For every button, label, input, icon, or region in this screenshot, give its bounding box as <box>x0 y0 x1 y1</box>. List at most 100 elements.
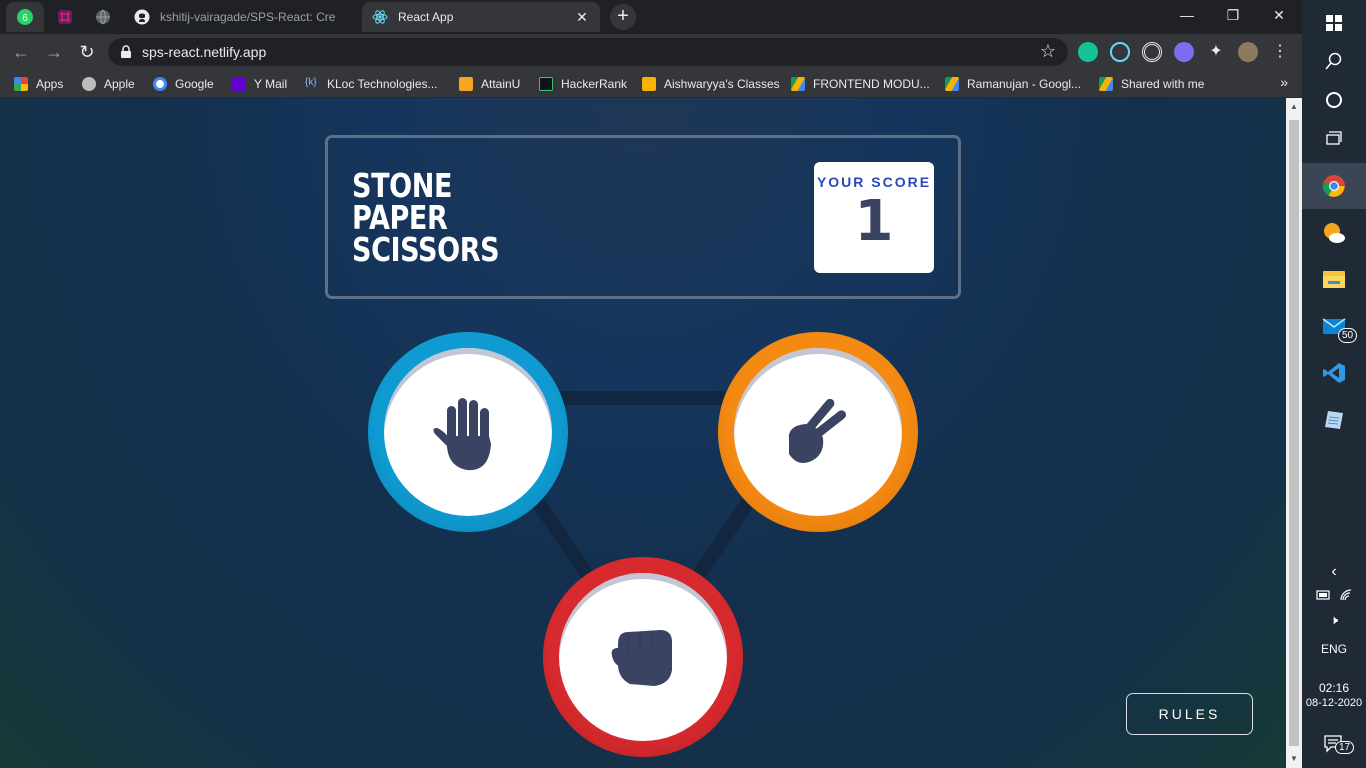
weather-icon <box>1324 223 1345 243</box>
rules-button[interactable]: RULES <box>1126 693 1253 735</box>
google-drive-icon <box>1099 77 1113 91</box>
taskbar-weather[interactable] <box>1302 210 1366 256</box>
battery-wifi-icon <box>1316 589 1352 601</box>
bookmark-apple[interactable]: Apple <box>82 75 135 93</box>
paper-token-face <box>384 348 552 516</box>
task-view-button[interactable] <box>1302 116 1366 162</box>
google-drive-icon <box>945 77 959 91</box>
bookmark-label: Y Mail <box>254 77 288 91</box>
bookmark-frontend[interactable]: FRONTEND MODU... <box>791 75 930 93</box>
profile-avatar[interactable] <box>1238 42 1258 62</box>
react-devtools-icon[interactable] <box>1110 42 1130 62</box>
new-tab-button[interactable]: + <box>610 4 636 30</box>
bookmark-label: Aishwaryya's Classes <box>664 77 780 91</box>
tab-slack[interactable] <box>46 2 84 32</box>
system-tray-status[interactable] <box>1302 574 1366 616</box>
bookmark-label: Apple <box>104 77 135 91</box>
forward-button[interactable]: → <box>42 40 66 64</box>
close-tab-icon[interactable]: ✕ <box>574 9 590 26</box>
bookmark-classes[interactable]: Aishwaryya's Classes <box>642 75 780 93</box>
globe-icon <box>96 9 110 25</box>
language-indicator[interactable]: ENG <box>1302 642 1366 656</box>
tab-react-app[interactable]: React App ✕ <box>362 2 600 32</box>
menu-kebab-icon[interactable]: ⋮ <box>1270 42 1290 62</box>
tab-title: kshitij-vairagade/SPS-React: Cre <box>160 10 336 24</box>
chrome-icon <box>1322 175 1345 197</box>
scroll-up-icon[interactable]: ▲ <box>1286 102 1302 111</box>
bookmark-label: Google <box>175 77 214 91</box>
clock-date[interactable]: 08-12-2020 <box>1302 697 1366 709</box>
google-drive-icon <box>791 77 805 91</box>
windows-taskbar: 50 ‹ 🕨 ENG 02:16 08-12-2020 17 <box>1302 0 1366 768</box>
extension-check-icon[interactable] <box>1174 42 1194 62</box>
tab-whatsapp[interactable]: 6 <box>6 2 44 32</box>
minimize-button[interactable]: — <box>1164 0 1210 30</box>
bookmarks-bar: Apps Apple Google Y Mail {k} KLoc Techno… <box>0 70 1302 98</box>
lock-icon <box>121 45 131 58</box>
apps-grid-icon <box>14 77 28 91</box>
svg-text:6: 6 <box>22 13 28 24</box>
bookmark-star-icon[interactable]: ☆ <box>1040 41 1056 62</box>
taskbar-chrome[interactable] <box>1302 163 1366 209</box>
scissors-token[interactable] <box>718 332 918 532</box>
folder-icon <box>1323 271 1345 288</box>
bookmark-shared[interactable]: Shared with me <box>1099 75 1204 93</box>
search-icon <box>1325 52 1342 70</box>
windows-logo-icon <box>1326 15 1342 31</box>
clock-time[interactable]: 02:16 <box>1302 681 1366 695</box>
extension-target-icon[interactable] <box>1142 42 1162 62</box>
bookmark-label: FRONTEND MODU... <box>813 77 930 91</box>
cortana-icon <box>1326 92 1342 108</box>
tab-github[interactable]: kshitij-vairagade/SPS-React: Cre <box>124 2 360 32</box>
back-button[interactable]: ← <box>9 40 33 64</box>
reload-button[interactable]: ↻ <box>75 40 99 64</box>
notepad-icon <box>1325 411 1343 429</box>
github-icon <box>134 9 150 25</box>
bookmark-google[interactable]: Google <box>153 75 214 93</box>
restore-button[interactable]: ❐ <box>1210 0 1256 30</box>
whatsapp-icon: 6 <box>17 9 33 25</box>
notifications-badge: 17 <box>1335 741 1355 754</box>
action-center-button[interactable]: 17 <box>1302 724 1366 764</box>
stone-token[interactable] <box>543 557 743 757</box>
bookmark-hackerrank[interactable]: HackerRank <box>539 75 627 93</box>
close-window-button[interactable]: ✕ <box>1256 0 1302 30</box>
tab-globe[interactable] <box>84 2 122 32</box>
bookmark-label: HackerRank <box>561 77 628 91</box>
bookmark-label: KLoc Technologies... <box>327 77 438 91</box>
page-scrollbar[interactable]: ▲ ▼ <box>1286 98 1302 768</box>
taskbar-notepad[interactable] <box>1302 397 1366 443</box>
kloc-icon: {k} <box>305 77 317 88</box>
attainu-icon <box>459 77 473 91</box>
bookmark-ymail[interactable]: Y Mail <box>232 75 287 93</box>
bookmark-label: Ramanujan - Googl... <box>967 77 1082 91</box>
address-bar[interactable]: sps-react.netlify.app ☆ <box>108 38 1068 66</box>
task-view-icon <box>1326 131 1342 145</box>
bookmark-attainu[interactable]: AttainU <box>459 75 520 93</box>
classroom-icon <box>642 77 656 91</box>
more-bookmarks-button[interactable]: » <box>1280 74 1288 90</box>
google-icon <box>153 77 167 91</box>
hackerrank-icon <box>539 77 553 91</box>
bookmark-kloc[interactable]: {k} KLoc Technologies... <box>305 75 438 93</box>
url-text: sps-react.netlify.app <box>142 44 267 60</box>
extensions-puzzle-icon[interactable]: ✦ <box>1206 42 1226 62</box>
slack-icon <box>58 10 72 24</box>
bookmark-ramanujan[interactable]: Ramanujan - Googl... <box>945 75 1081 93</box>
paper-token[interactable] <box>368 332 568 532</box>
taskbar-vscode[interactable] <box>1302 350 1366 396</box>
bookmark-apps[interactable]: Apps <box>14 75 63 93</box>
volume-icon[interactable]: 🕨 <box>1302 612 1366 628</box>
taskbar-file-explorer[interactable] <box>1302 256 1366 302</box>
scroll-down-icon[interactable]: ▼ <box>1286 754 1302 763</box>
browser-toolbar: ← → ↻ sps-react.netlify.app ☆ ✦ ⋮ <box>0 34 1302 70</box>
taskbar-mail[interactable]: 50 <box>1302 303 1366 349</box>
bookmark-label: AttainU <box>481 77 521 91</box>
page-viewport: STONE PAPER SCISSORS YOUR SCORE 1 RULES <box>0 98 1286 768</box>
paper-hand-icon <box>433 398 491 471</box>
scroll-thumb[interactable] <box>1289 120 1299 746</box>
vscode-icon <box>1323 363 1345 383</box>
grammarly-icon[interactable] <box>1078 42 1098 62</box>
yahoo-mail-icon <box>232 77 246 91</box>
bookmark-label: Shared with me <box>1121 77 1205 91</box>
